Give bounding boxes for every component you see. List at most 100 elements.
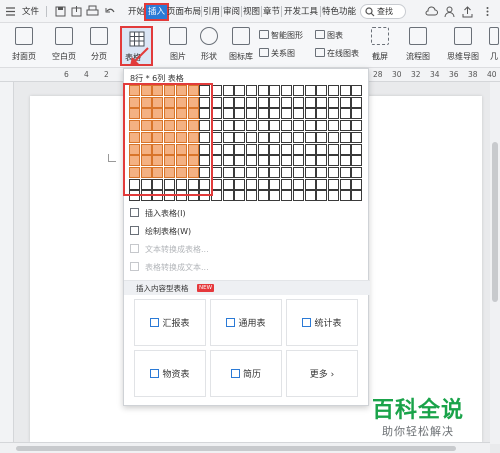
grid-cell[interactable] bbox=[246, 155, 257, 167]
tab-view[interactable]: 视图 bbox=[243, 5, 260, 19]
horizontal-scrollbar[interactable] bbox=[0, 442, 490, 453]
grid-cell[interactable] bbox=[269, 85, 281, 96]
grid-cell[interactable] bbox=[140, 96, 152, 108]
grid-cell[interactable] bbox=[269, 96, 281, 108]
grid-cell[interactable] bbox=[269, 120, 281, 132]
grid-cell[interactable] bbox=[187, 166, 199, 178]
grid-cell[interactable] bbox=[257, 131, 269, 143]
grid-cell[interactable] bbox=[164, 190, 176, 202]
tab-special[interactable]: 特色功能 bbox=[322, 5, 356, 19]
screenshot-button[interactable]: 截屏 bbox=[366, 27, 394, 65]
grid-cell[interactable] bbox=[316, 143, 328, 155]
grid-cell[interactable] bbox=[187, 108, 199, 120]
grid-cell[interactable] bbox=[152, 143, 164, 155]
grid-cell[interactable] bbox=[327, 85, 339, 96]
grid-cell[interactable] bbox=[152, 96, 164, 108]
grid-cell[interactable] bbox=[164, 166, 176, 178]
grid-cell[interactable] bbox=[164, 108, 176, 120]
grid-cell[interactable] bbox=[222, 155, 234, 167]
grid-cell[interactable] bbox=[351, 96, 363, 108]
grid-cell[interactable] bbox=[175, 166, 187, 178]
grid-cell[interactable] bbox=[164, 96, 176, 108]
search-box[interactable]: 查找 bbox=[360, 4, 406, 19]
grid-cell[interactable] bbox=[210, 131, 222, 143]
grid-cell[interactable] bbox=[269, 131, 281, 143]
picture-button[interactable]: 图片 bbox=[162, 27, 194, 65]
grid-cell[interactable] bbox=[351, 155, 363, 167]
grid-cell[interactable] bbox=[234, 166, 246, 178]
grid-cell[interactable] bbox=[175, 96, 187, 108]
grid-cell[interactable] bbox=[316, 178, 328, 190]
grid-cell[interactable] bbox=[351, 190, 363, 202]
grid-cell[interactable] bbox=[327, 155, 339, 167]
grid-cell[interactable] bbox=[257, 85, 269, 96]
grid-cell[interactable] bbox=[339, 85, 351, 96]
flowchart-button[interactable]: 流程图 bbox=[400, 27, 436, 65]
undo-icon[interactable] bbox=[104, 5, 117, 18]
grid-cell[interactable] bbox=[292, 143, 304, 155]
grid-cell[interactable] bbox=[210, 120, 222, 132]
grid-cell[interactable] bbox=[281, 85, 293, 96]
grid-cell[interactable] bbox=[140, 131, 152, 143]
grid-cell[interactable] bbox=[152, 178, 164, 190]
grid-cell[interactable] bbox=[199, 108, 211, 120]
smart-shape-button[interactable]: 智能图形 bbox=[259, 29, 303, 42]
grid-cell[interactable] bbox=[222, 96, 234, 108]
grid-cell[interactable] bbox=[304, 120, 316, 132]
grid-cell[interactable] bbox=[210, 155, 222, 167]
grid-cell[interactable] bbox=[129, 131, 140, 143]
menu-icon[interactable] bbox=[4, 5, 17, 18]
grid-cell[interactable] bbox=[152, 120, 164, 132]
relation-chart-button[interactable]: 关系图 bbox=[259, 47, 295, 60]
grid-cell[interactable] bbox=[281, 108, 293, 120]
grid-cell[interactable] bbox=[257, 120, 269, 132]
grid-cell[interactable] bbox=[327, 190, 339, 202]
grid-cell[interactable] bbox=[140, 108, 152, 120]
tab-page-layout[interactable]: 页面布局 bbox=[167, 5, 201, 19]
online-chart-button[interactable]: 在线图表 bbox=[315, 47, 359, 60]
grid-cell[interactable] bbox=[210, 166, 222, 178]
grid-cell[interactable] bbox=[152, 190, 164, 202]
grid-cell[interactable] bbox=[175, 120, 187, 132]
grid-cell[interactable] bbox=[281, 120, 293, 132]
grid-cell[interactable] bbox=[152, 131, 164, 143]
grid-cell[interactable] bbox=[222, 108, 234, 120]
grid-cell[interactable] bbox=[304, 143, 316, 155]
grid-cell[interactable] bbox=[269, 178, 281, 190]
grid-cell[interactable] bbox=[327, 178, 339, 190]
grid-cell[interactable] bbox=[129, 96, 140, 108]
grid-cell[interactable] bbox=[246, 120, 257, 132]
grid-cell[interactable] bbox=[339, 190, 351, 202]
grid-cell[interactable] bbox=[140, 190, 152, 202]
grid-cell[interactable] bbox=[222, 190, 234, 202]
grid-cell[interactable] bbox=[210, 85, 222, 96]
grid-cell[interactable] bbox=[152, 166, 164, 178]
card-supplies-table[interactable]: 物资表 bbox=[134, 350, 206, 397]
grid-cell[interactable] bbox=[257, 143, 269, 155]
more-ribbon-button[interactable]: 几 bbox=[488, 27, 500, 65]
grid-cell[interactable] bbox=[339, 131, 351, 143]
tab-insert[interactable]: 插入 bbox=[143, 3, 170, 21]
grid-cell[interactable] bbox=[199, 143, 211, 155]
grid-cell[interactable] bbox=[175, 85, 187, 96]
more-menu-icon[interactable] bbox=[481, 5, 494, 18]
grid-cell[interactable] bbox=[292, 120, 304, 132]
grid-cell[interactable] bbox=[292, 190, 304, 202]
grid-cell[interactable] bbox=[164, 155, 176, 167]
export-icon[interactable] bbox=[70, 5, 83, 18]
grid-cell[interactable] bbox=[175, 155, 187, 167]
grid-cell[interactable] bbox=[210, 178, 222, 190]
grid-cell[interactable] bbox=[304, 178, 316, 190]
grid-cell[interactable] bbox=[199, 96, 211, 108]
tab-references[interactable]: 引用 bbox=[203, 5, 220, 19]
grid-cell[interactable] bbox=[257, 108, 269, 120]
grid-cell[interactable] bbox=[327, 143, 339, 155]
grid-cell[interactable] bbox=[129, 108, 140, 120]
cover-page-button[interactable]: 封面页 bbox=[6, 27, 42, 65]
grid-cell[interactable] bbox=[199, 190, 211, 202]
user-icon[interactable] bbox=[443, 5, 456, 18]
grid-cell[interactable] bbox=[234, 85, 246, 96]
grid-cell[interactable] bbox=[187, 120, 199, 132]
grid-cell[interactable] bbox=[351, 131, 363, 143]
grid-cell[interactable] bbox=[327, 120, 339, 132]
